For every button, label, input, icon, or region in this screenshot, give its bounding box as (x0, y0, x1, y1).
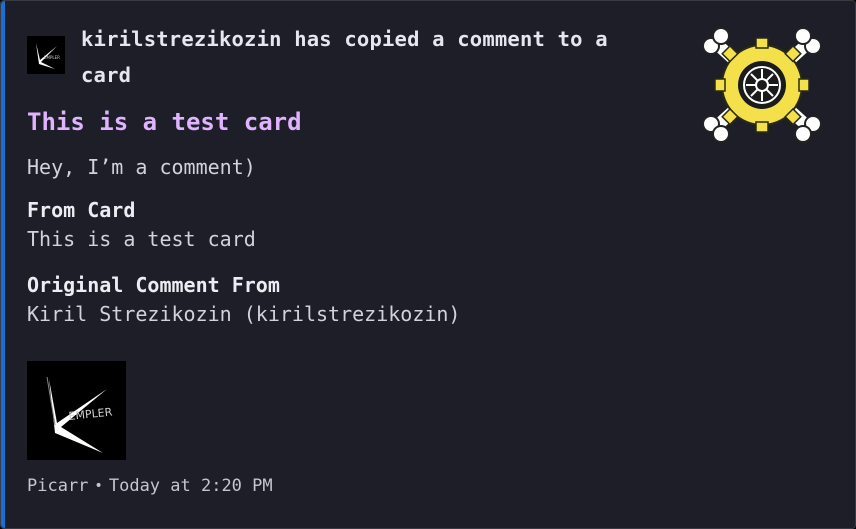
field-name: Original Comment From (27, 273, 280, 297)
footer-text: Picarr (27, 476, 89, 496)
field-value: Kiril Strezikozin (kirilstrezikozin) (27, 302, 461, 326)
field-original-comment-from: Original Comment From Kiril Strezikozin … (27, 271, 460, 329)
field-from-card: From Card This is a test card (27, 196, 256, 254)
embed-card: EMPLER kirilstrezikozin has copied a com… (0, 0, 856, 529)
author-name[interactable]: kirilstrezikozin has copied a comment to… (81, 21, 657, 93)
footer-timestamp: Today at 2:20 PM (108, 476, 273, 496)
embed-image-kempler-logo-icon[interactable]: EMPLER (27, 361, 126, 460)
embed-description: Hey, I’m a comment) (27, 155, 256, 179)
embed-author: EMPLER kirilstrezikozin has copied a com… (27, 21, 657, 93)
svg-text:EMPLER: EMPLER (44, 55, 60, 60)
embed-footer: Picarr • Today at 2:20 PM (27, 474, 273, 498)
gear-skull-crossbones-icon[interactable] (701, 26, 823, 144)
embed-accent-bar (1, 1, 5, 528)
field-name: From Card (27, 198, 136, 222)
author-avatar-icon[interactable]: EMPLER (27, 36, 65, 74)
footer-separator: • (94, 478, 103, 494)
field-value: This is a test card (27, 227, 256, 251)
embed-title[interactable]: This is a test card (27, 105, 302, 139)
